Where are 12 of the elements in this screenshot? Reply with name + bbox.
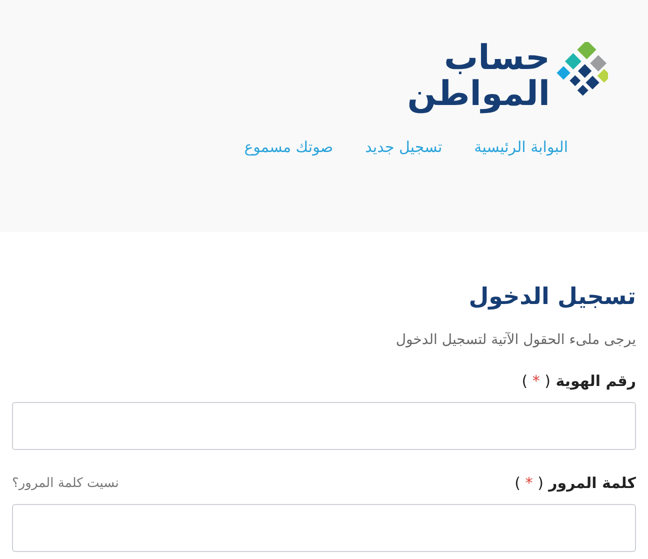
field-label: كلمة المرور ( * ) — [514, 474, 636, 492]
nav-link[interactable]: تسجيل جديد — [365, 138, 442, 156]
nav-link[interactable]: صوتك مسموع — [244, 138, 334, 156]
page-title: تسجيل الدخول — [468, 284, 636, 310]
field-label: رقم الهوية ( * ) — [522, 372, 636, 390]
instruction-text: يرجى ملىء الحقول الآتية لتسجيل الدخول — [394, 332, 636, 348]
input-field[interactable] — [12, 504, 636, 552]
logo-text: حساب — [444, 40, 550, 76]
nav-link[interactable]: البوابة الرئيسية — [474, 138, 568, 156]
logo-text: المواطن — [407, 76, 550, 112]
input-field[interactable] — [12, 402, 636, 450]
forgot-password-link[interactable]: نسيت كلمة المرور؟ — [12, 476, 119, 490]
